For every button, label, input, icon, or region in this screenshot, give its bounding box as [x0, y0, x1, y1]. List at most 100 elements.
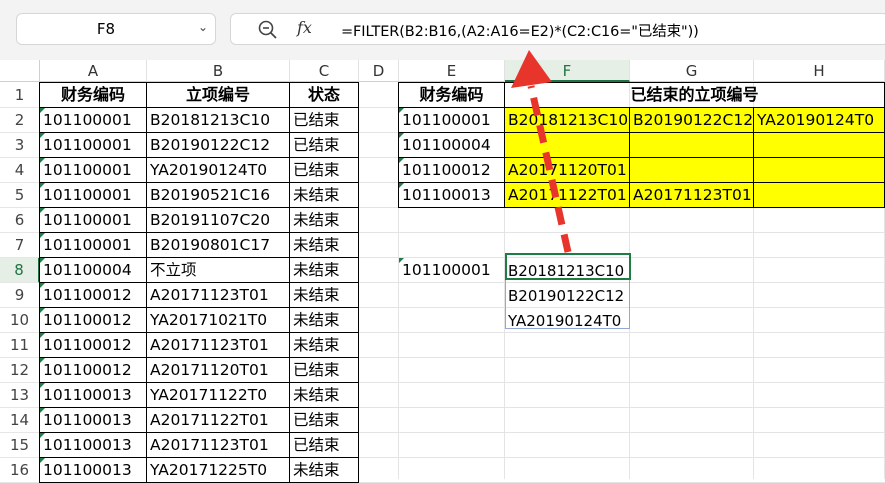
code-cell[interactable]: 101100001 — [39, 132, 147, 158]
code-cell[interactable]: 101100012 — [39, 307, 147, 333]
table-header-cell[interactable]: 状态 — [289, 82, 359, 108]
code-cell[interactable]: 101100001 — [39, 182, 147, 208]
status-cell[interactable]: 已结束 — [289, 157, 359, 183]
result-cell[interactable]: B20190122C12 — [629, 107, 754, 133]
status-cell[interactable]: 未结束 — [289, 232, 359, 258]
result-cell[interactable] — [753, 132, 885, 158]
result-cell[interactable] — [753, 182, 885, 208]
project-cell[interactable]: A20171120T01 — [146, 357, 290, 383]
project-cell[interactable]: B20190122C12 — [146, 132, 290, 158]
formula-input[interactable]: fx =FILTER(B2:B16,(A2:A16=E2)*(C2:C16="已… — [230, 13, 885, 45]
status-cell[interactable]: 未结束 — [289, 382, 359, 408]
project-cell[interactable]: A20171123T01 — [146, 432, 290, 458]
row-header-4[interactable]: 4 — [0, 158, 40, 183]
row-header-13[interactable]: 13 — [0, 383, 40, 408]
status-cell[interactable]: 未结束 — [289, 332, 359, 358]
code-cell[interactable]: 101100013 — [39, 457, 147, 483]
result-cell[interactable] — [753, 157, 885, 183]
project-cell[interactable]: YA20171122T0 — [146, 382, 290, 408]
project-cell[interactable]: YA20171225T0 — [146, 457, 290, 483]
project-cell[interactable]: 不立项 — [146, 257, 290, 283]
status-cell[interactable]: 已结束 — [289, 107, 359, 133]
project-cell[interactable]: A20171123T01 — [146, 332, 290, 358]
code-cell[interactable]: 101100012 — [39, 332, 147, 358]
code-cell[interactable]: 101100013 — [39, 432, 147, 458]
formula-text[interactable]: =FILTER(B2:B16,(A2:A16=E2)*(C2:C16="已结束"… — [341, 20, 699, 41]
project-cell[interactable]: A20171122T01 — [146, 407, 290, 433]
column-header-b[interactable]: B — [147, 60, 290, 82]
row-header-14[interactable]: 14 — [0, 408, 40, 433]
row-header-1[interactable]: 1 — [0, 83, 40, 108]
result-cell[interactable]: A20171120T01 — [504, 157, 630, 183]
row-header-12[interactable]: 12 — [0, 358, 40, 383]
status-cell[interactable]: 未结束 — [289, 457, 359, 483]
project-cell[interactable]: B20191107C20 — [146, 207, 290, 233]
result-header-cell[interactable]: 已结束的立项编号 — [504, 82, 885, 108]
code-cell[interactable]: 101100013 — [39, 407, 147, 433]
code-cell[interactable]: 101100013 — [398, 182, 505, 208]
status-cell[interactable]: 未结束 — [289, 182, 359, 208]
row-header-5[interactable]: 5 — [0, 183, 40, 208]
column-header-g[interactable]: G — [630, 60, 754, 82]
row-header-15[interactable]: 15 — [0, 433, 40, 458]
project-cell[interactable]: B20190521C16 — [146, 182, 290, 208]
result-cell[interactable]: B20181213C10 — [504, 107, 630, 133]
project-cell[interactable]: A20171123T01 — [146, 282, 290, 308]
code-cell[interactable]: 101100012 — [398, 157, 505, 183]
column-header-d[interactable]: D — [359, 60, 399, 82]
result-cell[interactable] — [504, 132, 630, 158]
column-header-f[interactable]: F — [505, 60, 630, 82]
code-cell[interactable]: 101100001 — [39, 157, 147, 183]
column-header-c[interactable]: C — [290, 60, 359, 82]
status-cell[interactable]: 未结束 — [289, 282, 359, 308]
code-cell[interactable]: 101100001 — [39, 232, 147, 258]
worksheet-grid[interactable]: ABCDEFGH 1 2 3 4 5 6 7 8 9 10 11 12 13 14 15 16 财务编码 立项编… — [0, 60, 885, 483]
project-cell[interactable]: B20181213C10 — [146, 107, 290, 133]
status-cell[interactable]: 已结束 — [289, 132, 359, 158]
status-cell[interactable]: 未结束 — [289, 257, 359, 283]
status-cell[interactable]: 未结束 — [289, 307, 359, 333]
code-cell[interactable]: 101100001 — [398, 107, 505, 133]
row-header-9[interactable]: 9 — [0, 283, 40, 308]
code-cell[interactable]: 101100001 — [39, 207, 147, 233]
select-all-corner[interactable] — [0, 60, 40, 82]
code-cell[interactable]: 101100013 — [39, 382, 147, 408]
table-header-cell[interactable]: 立项编号 — [146, 82, 290, 108]
column-header-h[interactable]: H — [754, 60, 885, 82]
fx-icon[interactable]: fx — [297, 18, 312, 37]
result-cell[interactable] — [629, 157, 754, 183]
code-cell[interactable]: 101100004 — [398, 132, 505, 158]
row-header-3[interactable]: 3 — [0, 133, 40, 158]
status-cell[interactable]: 已结束 — [289, 407, 359, 433]
table-header-cell[interactable]: 财务编码 — [39, 82, 147, 108]
row-header-16[interactable]: 16 — [0, 458, 40, 483]
result-cell[interactable]: A20171123T01 — [629, 182, 754, 208]
status-cell[interactable]: 已结束 — [289, 357, 359, 383]
name-box[interactable]: F8 ⌄ — [16, 13, 216, 45]
row-header-11[interactable]: 11 — [0, 333, 40, 358]
code-cell[interactable]: 101100012 — [39, 357, 147, 383]
row-header-7[interactable]: 7 — [0, 233, 40, 258]
code-cell[interactable]: 101100012 — [39, 282, 147, 308]
code-cell[interactable]: 101100004 — [39, 257, 147, 283]
row-header-2[interactable]: 2 — [0, 108, 40, 133]
status-cell[interactable]: 已结束 — [289, 432, 359, 458]
column-header-e[interactable]: E — [399, 60, 505, 82]
result-cell[interactable]: YA20190124T0 — [753, 107, 885, 133]
row-header-8[interactable]: 8 — [0, 258, 40, 283]
zoom-icon[interactable] — [257, 19, 279, 41]
result-cell[interactable]: A20171122T01 — [504, 182, 630, 208]
status-cell[interactable]: 未结束 — [289, 207, 359, 233]
table-header-cell[interactable]: 财务编码 — [398, 82, 505, 108]
result-cell[interactable] — [629, 132, 754, 158]
code-cell[interactable]: 101100001 — [39, 107, 147, 133]
lookup-code-cell[interactable]: 101100001 — [399, 258, 506, 284]
project-cell[interactable]: YA20171021T0 — [146, 307, 290, 333]
project-cell[interactable]: B20190801C17 — [146, 232, 290, 258]
column-header-a[interactable]: A — [40, 60, 147, 82]
chevron-down-icon[interactable]: ⌄ — [198, 20, 208, 34]
row-header-10[interactable]: 10 — [0, 308, 40, 333]
error-indicator-icon — [40, 133, 45, 138]
row-header-6[interactable]: 6 — [0, 208, 40, 233]
project-cell[interactable]: YA20190124T0 — [146, 157, 290, 183]
